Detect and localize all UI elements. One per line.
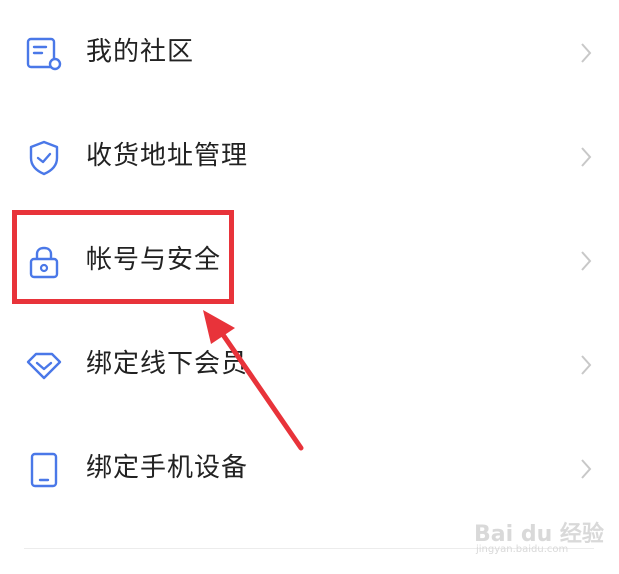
menu-item-label: 我的社区 bbox=[86, 37, 195, 67]
phone-icon bbox=[30, 452, 58, 488]
community-doc-icon bbox=[26, 37, 62, 71]
chevron-right-icon bbox=[581, 251, 592, 271]
chevron-right-icon bbox=[581, 43, 592, 63]
chevron-right-icon bbox=[581, 355, 592, 375]
watermark-sub: jingyan.baidu.com bbox=[476, 544, 569, 555]
chevron-right-icon bbox=[581, 147, 592, 167]
baidu-watermark: Bai du 经验 jingyan.baidu.com bbox=[474, 516, 614, 562]
pointer-arrow bbox=[203, 310, 304, 451]
menu-item-label: 收货地址管理 bbox=[86, 141, 249, 171]
chevron-right-icon bbox=[581, 459, 592, 479]
menu-item-my-community[interactable]: 我的社区 bbox=[0, 0, 619, 104]
menu-item-address-management[interactable]: 收货地址管理 bbox=[0, 104, 619, 208]
diamond-icon bbox=[26, 352, 62, 380]
highlight-box bbox=[12, 210, 234, 304]
shield-check-icon bbox=[29, 140, 59, 176]
